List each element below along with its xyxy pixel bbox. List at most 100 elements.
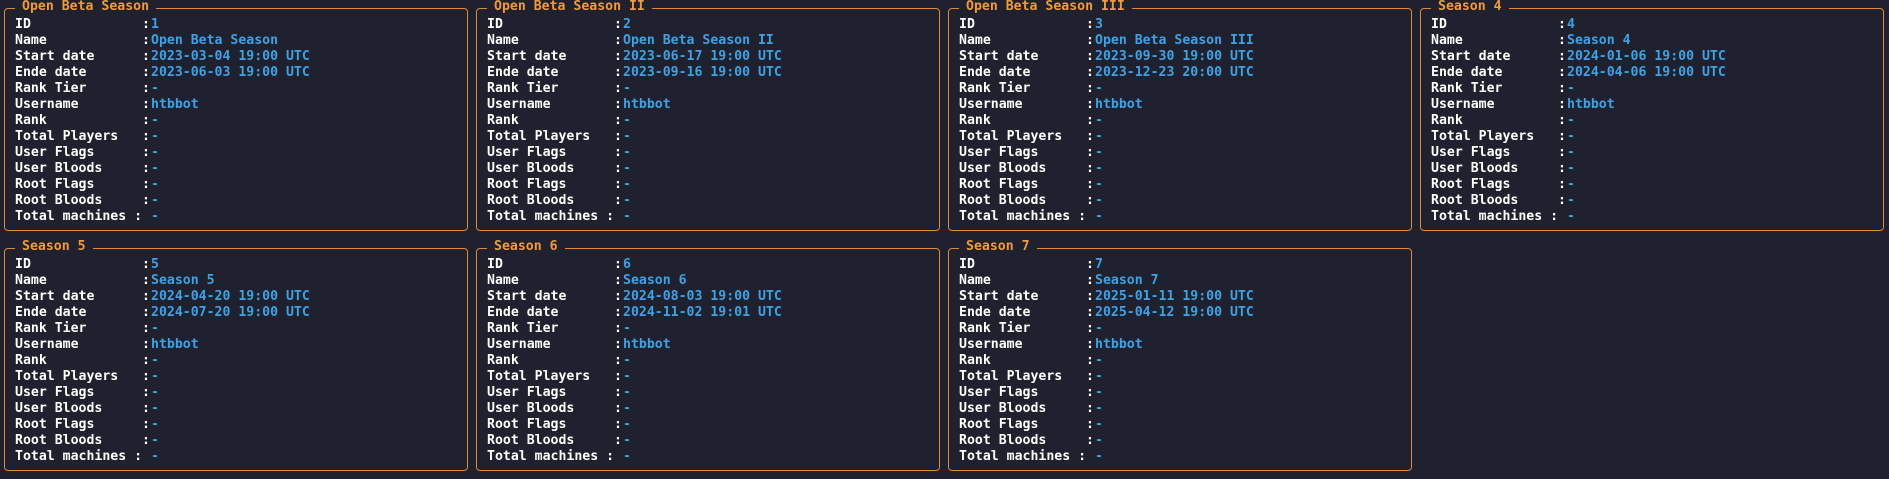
field-row-rank-tier: Rank Tier :- [1431, 81, 1875, 97]
field-value: - [623, 193, 631, 208]
field-label: User Flags : [1431, 145, 1566, 160]
field-row-root-bloods: Root Bloods :- [959, 193, 1403, 209]
field-row-total-players: Total Players :- [959, 129, 1403, 145]
field-row-end: Ende date :2024-11-02 19:01 UTC [487, 305, 931, 321]
field-label: Ende date : [1431, 65, 1566, 80]
field-value: htbbot [151, 97, 199, 112]
field-value: - [1095, 385, 1103, 400]
field-value: - [623, 353, 631, 368]
field-label: Root Bloods : [15, 193, 150, 208]
field-label: Rank Tier : [1431, 81, 1566, 96]
field-row-total-machines: Total machines :- [959, 209, 1403, 225]
field-value: - [1095, 129, 1103, 144]
field-label: User Flags : [487, 145, 622, 160]
field-value: 2023-03-04 19:00 UTC [151, 49, 310, 64]
field-label: Rank Tier : [15, 81, 150, 96]
field-label: ID : [959, 17, 1094, 32]
field-row-user-flags: User Flags :- [15, 385, 459, 401]
field-row-rank-tier: Rank Tier :- [959, 81, 1403, 97]
field-label: Start date : [487, 289, 622, 304]
field-row-start: Start date :2024-08-03 19:00 UTC [487, 289, 931, 305]
field-label: User Flags : [487, 385, 622, 400]
field-row-root-bloods: Root Bloods :- [15, 433, 459, 449]
season-panel: Open Beta Season III ID :3 Name : Open Beta… [948, 0, 1412, 231]
field-label: Ende date : [487, 305, 622, 320]
field-row-id: ID :5 [15, 257, 459, 273]
field-row-total-players: Total Players :- [959, 369, 1403, 385]
field-value: 2024-11-02 19:01 UTC [623, 305, 782, 320]
field-label: Name : [959, 33, 1094, 48]
season-panel-title: Open Beta Season [15, 0, 157, 15]
field-row-total-players: Total Players :- [487, 369, 931, 385]
field-value: - [1095, 449, 1103, 464]
field-row-user-bloods: User Bloods :- [959, 161, 1403, 177]
field-row-total-machines: Total machines :- [15, 449, 459, 465]
field-row-rank-tier: Rank Tier :- [15, 321, 459, 337]
field-label: Root Flags : [487, 417, 622, 432]
field-value: Open Beta Season [151, 33, 279, 48]
field-row-username: Username : htbbot [15, 337, 459, 353]
field-label: Start date : [1431, 49, 1566, 64]
field-value: - [623, 177, 631, 192]
field-value: - [1567, 129, 1575, 144]
field-value: - [151, 113, 159, 128]
field-row-root-flags: Root Flags :- [1431, 177, 1875, 193]
field-row-total-players: Total Players :- [1431, 129, 1875, 145]
field-label: Rank Tier : [959, 321, 1094, 336]
field-value: - [151, 145, 159, 160]
field-label: Root Bloods : [15, 433, 150, 448]
field-row-user-flags: User Flags :- [487, 385, 931, 401]
field-value: htbbot [1567, 97, 1615, 112]
field-label: Rank : [487, 353, 622, 368]
field-value: Open Beta Season II [623, 33, 774, 48]
field-row-username: Username : htbbot [487, 97, 931, 113]
field-label: Rank Tier : [15, 321, 150, 336]
field-label: Ende date : [959, 305, 1094, 320]
field-row-root-flags: Root Flags :- [487, 417, 931, 433]
field-label: Name : [15, 33, 150, 48]
field-value: 3 [1095, 17, 1103, 32]
field-label: ID : [487, 257, 622, 272]
field-value: - [623, 209, 631, 224]
field-row-name: Name : Season 5 [15, 273, 459, 289]
field-label: ID : [15, 17, 150, 32]
field-row-user-bloods: User Bloods :- [487, 161, 931, 177]
field-value: - [151, 369, 159, 384]
field-value: - [1095, 161, 1103, 176]
season-panel: Season 7 ID :7 Name : Season 7 Start date :2… [948, 239, 1412, 471]
field-row-start: Start date :2025-01-11 19:00 UTC [959, 289, 1403, 305]
field-label: User Flags : [959, 145, 1094, 160]
season-fields: ID :5 Name : Season 5 Start date :2024-04-2… [15, 257, 459, 465]
field-row-name: Name : Season 4 [1431, 33, 1875, 49]
field-row-rank: Rank :- [487, 113, 931, 129]
season-panel-title: Open Beta Season II [487, 0, 652, 15]
field-value: - [1095, 369, 1103, 384]
field-value: 4 [1567, 17, 1575, 32]
field-row-rank: Rank :- [959, 353, 1403, 369]
field-row-id: ID :4 [1431, 17, 1875, 33]
field-label: Rank Tier : [487, 321, 622, 336]
field-value: 2024-01-06 19:00 UTC [1567, 49, 1726, 64]
field-row-end: Ende date :2024-07-20 19:00 UTC [15, 305, 459, 321]
field-label: Name : [487, 273, 622, 288]
field-row-total-players: Total Players :- [15, 369, 459, 385]
field-label: Total machines : [15, 449, 143, 464]
season-panel-title: Season 5 [15, 239, 93, 255]
field-label: Start date : [487, 49, 622, 64]
field-value: - [623, 401, 631, 416]
field-value: - [1095, 81, 1103, 96]
field-value: - [623, 417, 631, 432]
field-row-rank-tier: Rank Tier :- [15, 81, 459, 97]
field-label: User Bloods : [1431, 161, 1566, 176]
season-panel-title: Season 4 [1431, 0, 1509, 15]
field-value: - [1567, 81, 1575, 96]
field-value: - [1095, 321, 1103, 336]
field-value: - [151, 177, 159, 192]
field-value: - [623, 385, 631, 400]
field-label: Root Flags : [15, 177, 150, 192]
field-row-rank: Rank :- [487, 353, 931, 369]
field-value: 2 [623, 17, 631, 32]
field-label: Total Players : [1431, 129, 1566, 144]
field-label: Name : [959, 273, 1094, 288]
field-value: - [1095, 401, 1103, 416]
